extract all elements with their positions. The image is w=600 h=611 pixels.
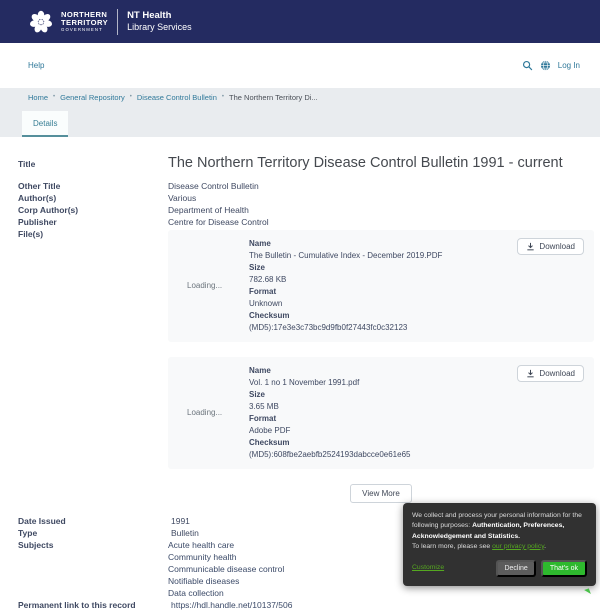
cookie-consent-banner: We collect and process your personal inf…	[403, 503, 596, 586]
tab-details[interactable]: Details	[22, 111, 68, 137]
subjects-label: Subjects	[18, 539, 168, 599]
top-navbar: Help Log In	[0, 43, 600, 88]
file-size: 782.68 KB	[249, 274, 517, 286]
thumbnail-loading-text: Loading...	[178, 407, 249, 419]
field-label: Corp Author(s)	[18, 204, 168, 216]
download-button[interactable]: Download	[517, 365, 584, 382]
customize-link[interactable]: Customize	[412, 563, 444, 573]
log-in-link[interactable]: Log In	[558, 61, 580, 70]
subject-link[interactable]: Data collection	[168, 587, 594, 599]
logo-line-territory: TERRITORY	[61, 19, 108, 27]
permalink-url[interactable]: https://hdl.handle.net/10137/506	[171, 600, 292, 610]
privacy-policy-link[interactable]: our privacy policy	[492, 543, 544, 550]
banner-learn-more-text: To learn more, please see	[412, 543, 492, 550]
download-button[interactable]: Download	[517, 238, 584, 255]
field-row-publisher: Publisher Centre for Disease Control	[18, 216, 594, 228]
file-format: Adobe PDF	[249, 425, 517, 437]
files-section: File(s) Loading... Name The Bulletin - C…	[18, 228, 594, 515]
field-value: Department of Health	[168, 204, 594, 216]
decline-button[interactable]: Decline	[496, 560, 535, 577]
field-value: Centre for Disease Control	[168, 216, 594, 228]
breadcrumb-general-repository[interactable]: General Repository	[60, 93, 125, 102]
file-size-label: Size	[249, 262, 517, 274]
permalink-label: Permanent link to this record	[18, 599, 168, 611]
file-name: Vol. 1 no 1 November 1991.pdf	[249, 377, 517, 389]
download-icon	[526, 369, 535, 378]
file-checksum: (MD5):608fbe2aebfb2524193dabcce0e61e65	[249, 449, 517, 461]
field-label: Author(s)	[18, 192, 168, 204]
field-row-other-title: Other Title Disease Control Bulletin	[18, 180, 594, 192]
file-checksum-label: Checksum	[249, 310, 517, 322]
file-format-label: Format	[249, 286, 517, 298]
file-checksum-label: Checksum	[249, 437, 517, 449]
site-header: NORTHERN TERRITORY GOVERNMENT NT Health …	[0, 0, 600, 43]
file-size: 3.65 MB	[249, 401, 517, 413]
accept-button[interactable]: That's ok	[541, 560, 587, 577]
help-link[interactable]: Help	[28, 61, 44, 70]
download-button-label: Download	[539, 369, 575, 378]
file-details: Name The Bulletin - Cumulative Index - D…	[249, 238, 517, 334]
breadcrumb-current-page: The Northern Territory Di...	[229, 93, 318, 102]
field-value: Disease Control Bulletin	[168, 180, 594, 192]
breadcrumb: Home • General Repository • Disease Cont…	[0, 88, 600, 106]
meta-label: Date Issued	[18, 515, 168, 527]
nt-government-logo-text: NORTHERN TERRITORY GOVERNMENT	[61, 11, 108, 32]
language-globe-icon[interactable]	[540, 60, 551, 71]
site-name: NT Health Library Services	[127, 10, 192, 33]
file-format-label: Format	[249, 413, 517, 425]
title-label: Title	[18, 155, 168, 180]
logo-divider	[117, 9, 118, 35]
view-more-wrap: View More	[168, 484, 594, 503]
breadcrumb-disease-control-bulletin[interactable]: Disease Control Bulletin	[137, 93, 217, 102]
navbar-right: Log In	[522, 60, 580, 71]
breadcrumb-home[interactable]: Home	[28, 93, 48, 102]
title-row: Title The Northern Territory Disease Con…	[18, 155, 594, 180]
field-label: Publisher	[18, 216, 168, 228]
permalink-row: Permanent link to this record https://hd…	[18, 599, 594, 611]
file-format: Unknown	[249, 298, 517, 310]
breadcrumb-separator: •	[53, 94, 55, 100]
thumbnail-loading-text: Loading...	[178, 280, 249, 292]
search-icon[interactable]	[522, 60, 533, 71]
banner-learn-more-suffix: .	[544, 543, 546, 550]
breadcrumb-separator: •	[222, 94, 224, 100]
banner-actions: Customize Decline That's ok	[412, 560, 587, 577]
field-label: Other Title	[18, 180, 168, 192]
download-button-label: Download	[539, 242, 575, 251]
site-name-line1: NT Health	[127, 10, 192, 22]
file-name-label: Name	[249, 238, 517, 250]
meta-label: Type	[18, 527, 168, 539]
logo-line-government: GOVERNMENT	[61, 28, 108, 32]
download-icon	[526, 242, 535, 251]
view-more-button[interactable]: View More	[350, 484, 412, 503]
field-row-authors: Author(s) Various	[18, 192, 594, 204]
page-title: The Northern Territory Disease Control B…	[168, 155, 594, 172]
file-checksum: (MD5):17e3e3c73bc9d9fb0f27443fc0c32123	[249, 322, 517, 334]
breadcrumb-separator: •	[130, 94, 132, 100]
field-row-corp-authors: Corp Author(s) Department of Health	[18, 204, 594, 216]
file-name-label: Name	[249, 365, 517, 377]
files-label: File(s)	[18, 228, 168, 515]
file-name: The Bulletin - Cumulative Index - Decemb…	[249, 250, 517, 262]
field-value: Various	[168, 192, 594, 204]
file-card: Loading... Name The Bulletin - Cumulativ…	[168, 230, 594, 342]
file-size-label: Size	[249, 389, 517, 401]
nt-government-flower-icon	[28, 9, 54, 35]
site-name-line2: Library Services	[127, 22, 192, 33]
tab-bar: Details	[0, 106, 600, 137]
banner-period: .	[518, 533, 520, 540]
file-details: Name Vol. 1 no 1 November 1991.pdf Size …	[249, 365, 517, 461]
file-card: Loading... Name Vol. 1 no 1 November 199…	[168, 357, 594, 469]
